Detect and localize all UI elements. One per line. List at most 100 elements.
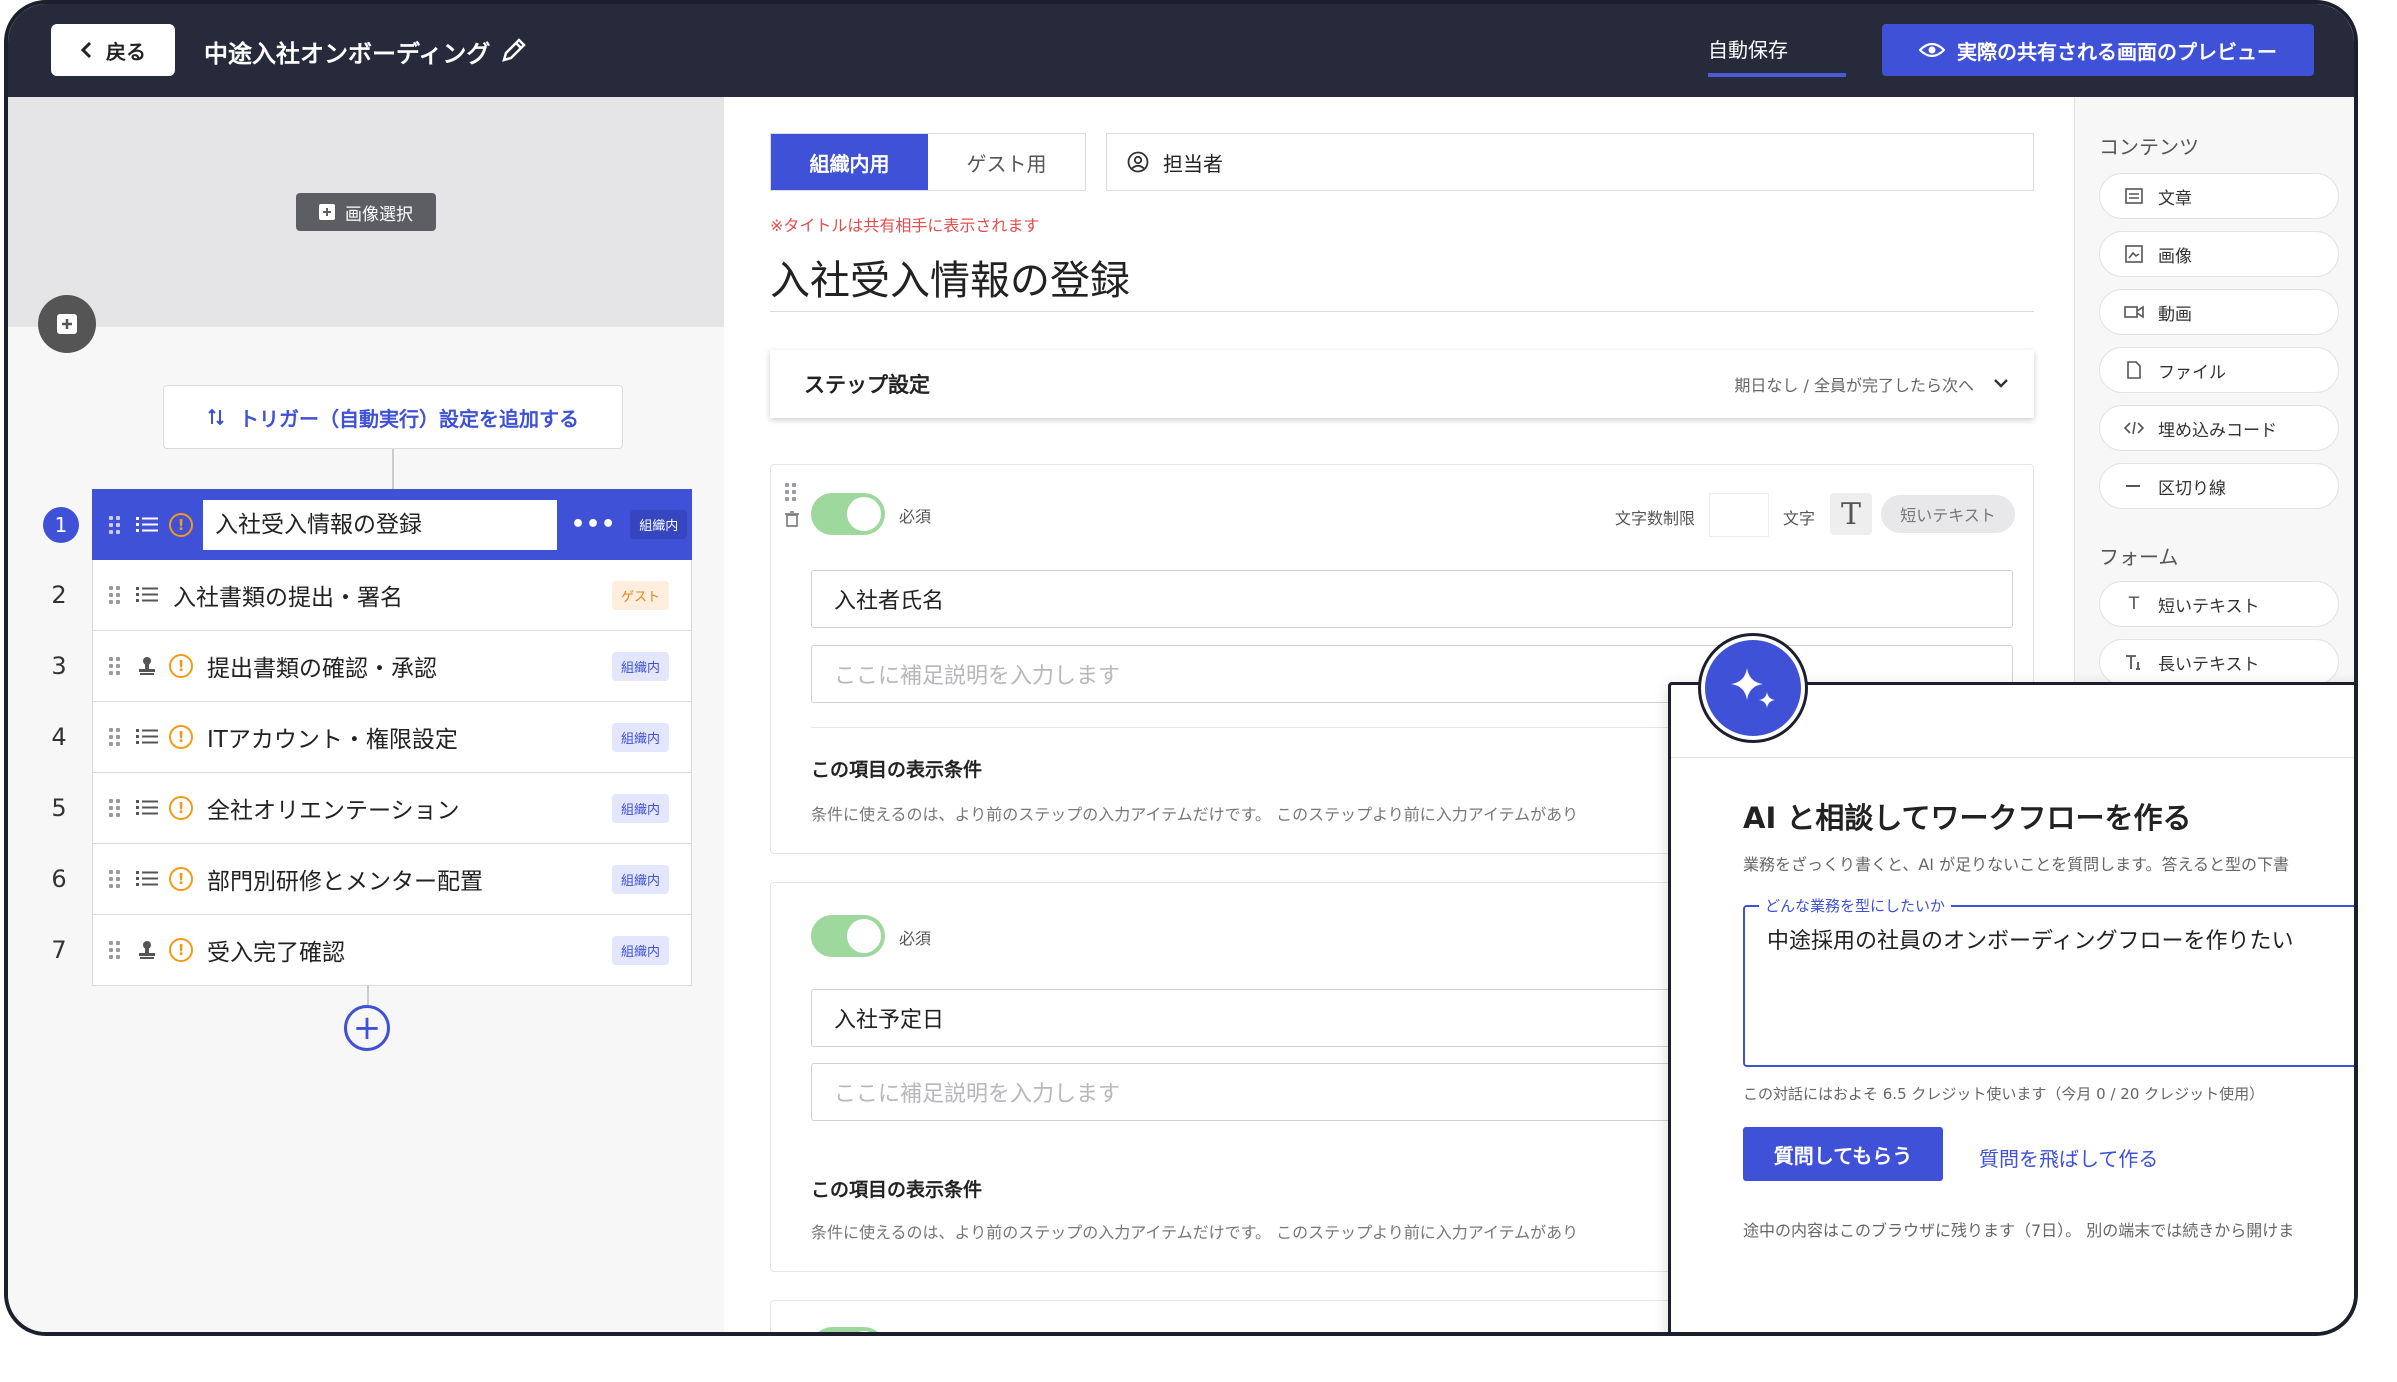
warning-icon: ! — [169, 512, 193, 537]
condition-title: この項目の表示条件 — [811, 759, 983, 781]
back-button[interactable]: 戻る — [51, 24, 175, 76]
condition-title: この項目の表示条件 — [811, 1179, 983, 1201]
image-select-button[interactable]: 画像選択 — [296, 193, 436, 231]
list-icon — [135, 514, 159, 536]
step-badge: 組織内 — [611, 935, 669, 965]
field-label-input[interactable]: 入社者氏名 — [811, 570, 2013, 628]
palette-item-short-text[interactable]: T 短いテキスト — [2099, 581, 2339, 627]
char-limit-input[interactable] — [1709, 493, 1769, 537]
back-label: 戻る — [106, 39, 146, 64]
palette-label: 動画 — [2158, 304, 2192, 325]
drag-handle-icon[interactable] — [109, 799, 123, 817]
video-icon — [2124, 302, 2144, 322]
sort-arrows-icon — [208, 408, 224, 426]
step-item[interactable]: 1 ! 入社受入情報の登録 ••• 組織内 — [43, 489, 692, 560]
top-bar: 戻る 中途入社オンボーディング 自動保存 実際の共有される画面のプレビュー — [8, 4, 2354, 97]
step-number: 5 — [51, 794, 67, 822]
type-chip[interactable]: 短いテキスト — [1881, 495, 2015, 533]
palette-item-file[interactable]: ファイル — [2099, 347, 2339, 393]
list-icon — [135, 584, 159, 606]
ai-credit-note: この対話にはおよそ 6.5 クレジット使います（今月 0 / 20 クレジット使… — [1743, 1085, 2265, 1103]
add-trigger-button[interactable]: トリガー（自動実行）設定を追加する — [163, 385, 623, 449]
image-select-label: 画像選択 — [345, 204, 413, 225]
workflow-title: 中途入社オンボーディング — [204, 40, 491, 68]
palette-label: 長いテキスト — [2158, 654, 2260, 675]
required-toggle[interactable] — [811, 1327, 885, 1332]
required-toggle[interactable] — [811, 915, 885, 957]
palette-item-image[interactable]: 画像 — [2099, 231, 2339, 277]
step-list-pane: 画像選択 トリガー（自動実行）設定を追加する 1 ! 入社受入情報の登録 •••… — [8, 97, 724, 1332]
connector-line — [392, 449, 394, 489]
palette-item-embed[interactable]: 埋め込みコード — [2099, 405, 2339, 451]
char-unit-label: 文字 — [1783, 509, 1816, 528]
palette-item-long-text[interactable]: 長いテキスト — [2099, 639, 2339, 685]
code-icon — [2124, 418, 2144, 438]
drag-handle-icon[interactable] — [785, 483, 799, 501]
user-circle-icon — [1127, 151, 1149, 173]
step-badge: 組織内 — [611, 722, 669, 752]
ask-questions-button[interactable]: 質問してもらう — [1743, 1127, 1943, 1181]
step-number: 4 — [51, 723, 67, 751]
plus-square-icon — [319, 204, 335, 220]
ai-prompt-textarea[interactable]: どんな業務を型にしたいか 中途採用の社員のオンボーディングフローを作りたい — [1743, 895, 2354, 1067]
step-label-input[interactable]: 入社受入情報の登録 — [203, 499, 557, 550]
drag-handle-icon[interactable] — [109, 657, 123, 675]
chevron-down-icon[interactable] — [1990, 372, 2012, 394]
palette-item-video[interactable]: 動画 — [2099, 289, 2339, 335]
step-badge: 組織内 — [611, 651, 669, 681]
step-number: 6 — [51, 865, 67, 893]
preview-label: 実際の共有される画面のプレビュー — [1957, 39, 2277, 64]
assignee-field[interactable]: 担当者 — [1106, 133, 2034, 191]
required-label: 必須 — [899, 507, 932, 526]
eye-icon — [1919, 42, 1945, 58]
chevron-left-icon — [80, 41, 92, 59]
palette-item-divider[interactable]: 区切り線 — [2099, 463, 2339, 509]
plus-square-icon — [57, 314, 77, 334]
step-item[interactable]: 3 ! 提出書類の確認・承認 組織内 — [51, 631, 692, 702]
step-item[interactable]: 7 ! 受入完了確認 組織内 — [51, 915, 692, 986]
step-settings-label: ステップ設定 — [804, 373, 930, 397]
step-settings-bar[interactable]: ステップ設定 期日なし / 全員が完了したら次へ — [770, 350, 2034, 418]
palette-label: 埋め込みコード — [2158, 420, 2277, 441]
step-title-input[interactable]: 入社受入情報の登録 — [770, 248, 2034, 312]
text-t-icon: T — [2128, 594, 2140, 614]
long-text-icon — [2124, 652, 2144, 672]
step-item[interactable]: 6 ! 部門別研修とメンター配置 組織内 — [51, 844, 692, 915]
add-cover-button[interactable] — [38, 295, 96, 353]
card-tools — [785, 483, 801, 531]
warning-icon: ! — [169, 796, 193, 820]
list-icon — [135, 726, 159, 748]
tab-internal[interactable]: 組織内用 — [771, 134, 928, 190]
app-window: 戻る 中途入社オンボーディング 自動保存 実際の共有される画面のプレビュー 画像… — [4, 0, 2358, 1336]
trash-icon[interactable] — [785, 511, 799, 527]
more-options-button[interactable]: ••• — [571, 512, 616, 537]
edit-pencil-icon[interactable] — [498, 34, 530, 66]
tab-guest[interactable]: ゲスト用 — [928, 134, 1085, 190]
drag-handle-icon[interactable] — [109, 515, 123, 534]
drag-handle-icon[interactable] — [109, 586, 123, 604]
text-type-icon[interactable]: T — [1830, 493, 1872, 535]
skip-questions-link[interactable]: 質問を飛ばして作る — [1979, 1143, 2158, 1172]
drag-handle-icon[interactable] — [109, 941, 123, 959]
divider — [1671, 757, 2354, 758]
plus-icon: + — [352, 1008, 382, 1048]
connector-line — [367, 985, 369, 1007]
ai-storage-note: 途中の内容はこのブラウザに残ります（7日）。 別の端末では続きから開けま — [1743, 1221, 2295, 1240]
required-toggle[interactable] — [811, 493, 885, 535]
step-badge: 組織内 — [611, 793, 669, 823]
preview-button[interactable]: 実際の共有される画面のプレビュー — [1882, 24, 2314, 76]
step-item[interactable]: 2 入社書類の提出・署名 ゲスト — [51, 560, 692, 631]
drag-handle-icon[interactable] — [109, 870, 123, 888]
palette-item-text[interactable]: 文章 — [2099, 173, 2339, 219]
ai-assistant-modal: AI と相談してワークフローを作る 業務をざっくり書くと、AI が足りないことを… — [1668, 682, 2354, 1332]
palette-label: 短いテキスト — [2158, 596, 2260, 617]
add-step-button[interactable]: + — [344, 1005, 390, 1051]
step-number: 3 — [51, 652, 67, 680]
step-item[interactable]: 5 ! 全社オリエンテーション 組織内 — [51, 773, 692, 844]
step-badge: 組織内 — [630, 510, 688, 539]
step-badge: 組織内 — [611, 864, 669, 894]
step-number: 1 — [43, 506, 79, 543]
step-item[interactable]: 4 ! ITアカウント・権限設定 組織内 — [51, 702, 692, 773]
drag-handle-icon[interactable] — [109, 728, 123, 746]
step-number: 7 — [51, 936, 67, 964]
